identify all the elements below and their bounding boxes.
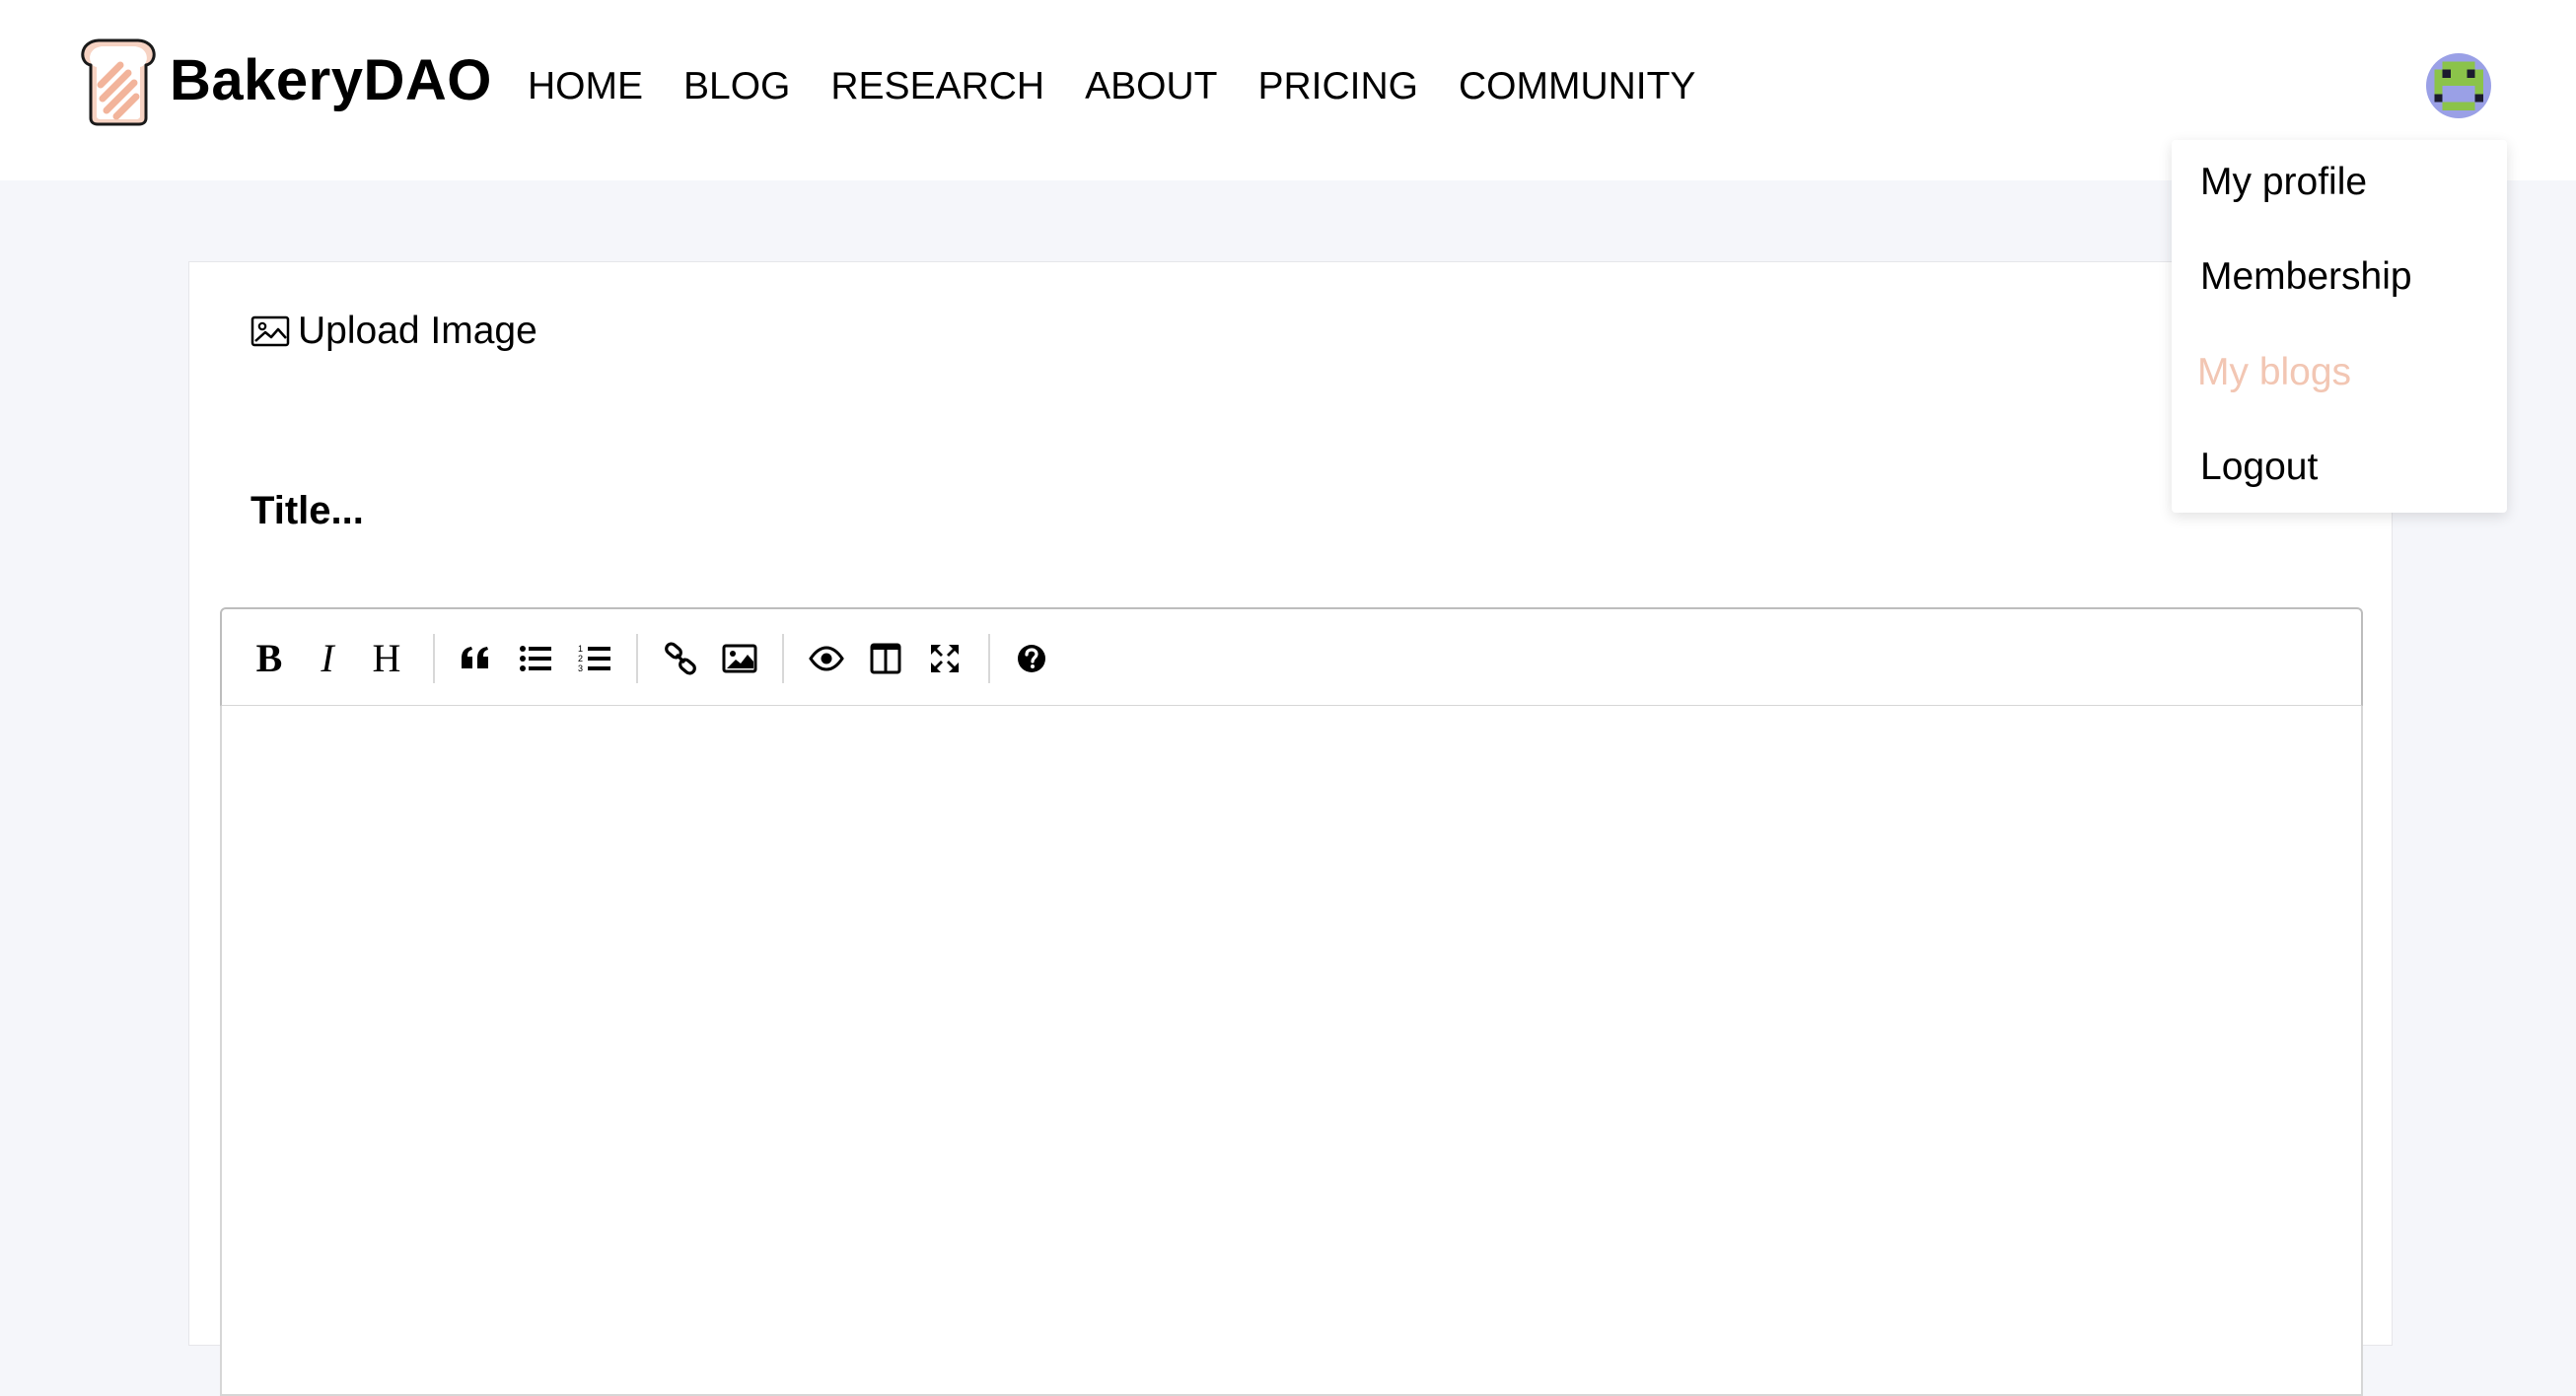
pixel-avatar-icon (2426, 53, 2491, 118)
bread-toast-icon (81, 38, 156, 126)
columns-icon (870, 643, 901, 674)
heading-icon: H (372, 636, 401, 680)
upload-image-label: Upload Image (298, 310, 537, 352)
italic-button[interactable]: I (300, 631, 355, 686)
insert-image-button[interactable] (712, 631, 767, 686)
user-dropdown-menu: My profile Membership My blogs Logout (2172, 140, 2507, 513)
italic-icon: I (321, 636, 334, 680)
question-circle-icon (1018, 645, 1045, 672)
markdown-guide-button[interactable] (1004, 631, 1059, 686)
fullscreen-icon (931, 645, 959, 672)
side-by-side-button[interactable] (858, 631, 913, 686)
toolbar-separator (988, 634, 990, 683)
menu-item-logout[interactable]: Logout (2200, 448, 2318, 486)
preview-button[interactable] (799, 631, 854, 686)
toolbar-separator (636, 634, 638, 683)
svg-text:2: 2 (578, 654, 583, 663)
ordered-list-button[interactable]: 1 2 3 (567, 631, 622, 686)
unordered-list-button[interactable] (508, 631, 563, 686)
bold-icon: B (255, 636, 283, 680)
menu-item-membership[interactable]: Membership (2200, 257, 2412, 296)
menu-item-my-blogs[interactable]: My blogs (2197, 353, 2351, 391)
numbered-list-icon: 1 2 3 (578, 644, 610, 673)
blog-editor-card: Upload Image B I H (188, 261, 2393, 1396)
bullet-list-icon (520, 646, 551, 671)
fullscreen-button[interactable] (917, 631, 972, 686)
markdown-body-input[interactable] (220, 706, 2363, 1396)
quote-icon (462, 647, 488, 668)
main-nav: HOME BLOG RESEARCH ABOUT PRICING COMMUNI… (528, 61, 1736, 110)
link-icon (665, 642, 696, 675)
editor-toolbar: B I H 1 2 3 (220, 607, 2363, 706)
quote-button[interactable] (448, 631, 503, 686)
nav-item-community[interactable]: COMMUNITY (1459, 67, 1695, 105)
markdown-editor: B I H 1 2 3 (220, 607, 2363, 1396)
svg-text:1: 1 (578, 644, 583, 654)
nav-item-home[interactable]: HOME (528, 67, 643, 105)
image-icon (250, 315, 290, 346)
toolbar-separator (433, 634, 435, 683)
brand-logo-link[interactable]: BakeryDAO (77, 34, 492, 128)
toolbar-separator (782, 634, 784, 683)
bold-button[interactable]: B (242, 631, 297, 686)
eye-icon (809, 646, 844, 671)
nav-item-pricing[interactable]: PRICING (1257, 67, 1418, 105)
user-avatar-button[interactable] (2426, 53, 2491, 118)
nav-item-about[interactable]: ABOUT (1085, 67, 1217, 105)
title-input[interactable] (250, 481, 2223, 540)
menu-item-my-profile[interactable]: My profile (2200, 163, 2367, 201)
svg-text:3: 3 (578, 663, 583, 673)
upload-image-button[interactable]: Upload Image (250, 312, 537, 350)
heading-button[interactable]: H (359, 631, 414, 686)
nav-item-research[interactable]: RESEARCH (830, 67, 1044, 105)
brand-name: BakeryDAO (170, 48, 492, 112)
nav-item-blog[interactable]: BLOG (683, 67, 790, 105)
link-button[interactable] (653, 631, 708, 686)
image-icon (722, 644, 757, 673)
